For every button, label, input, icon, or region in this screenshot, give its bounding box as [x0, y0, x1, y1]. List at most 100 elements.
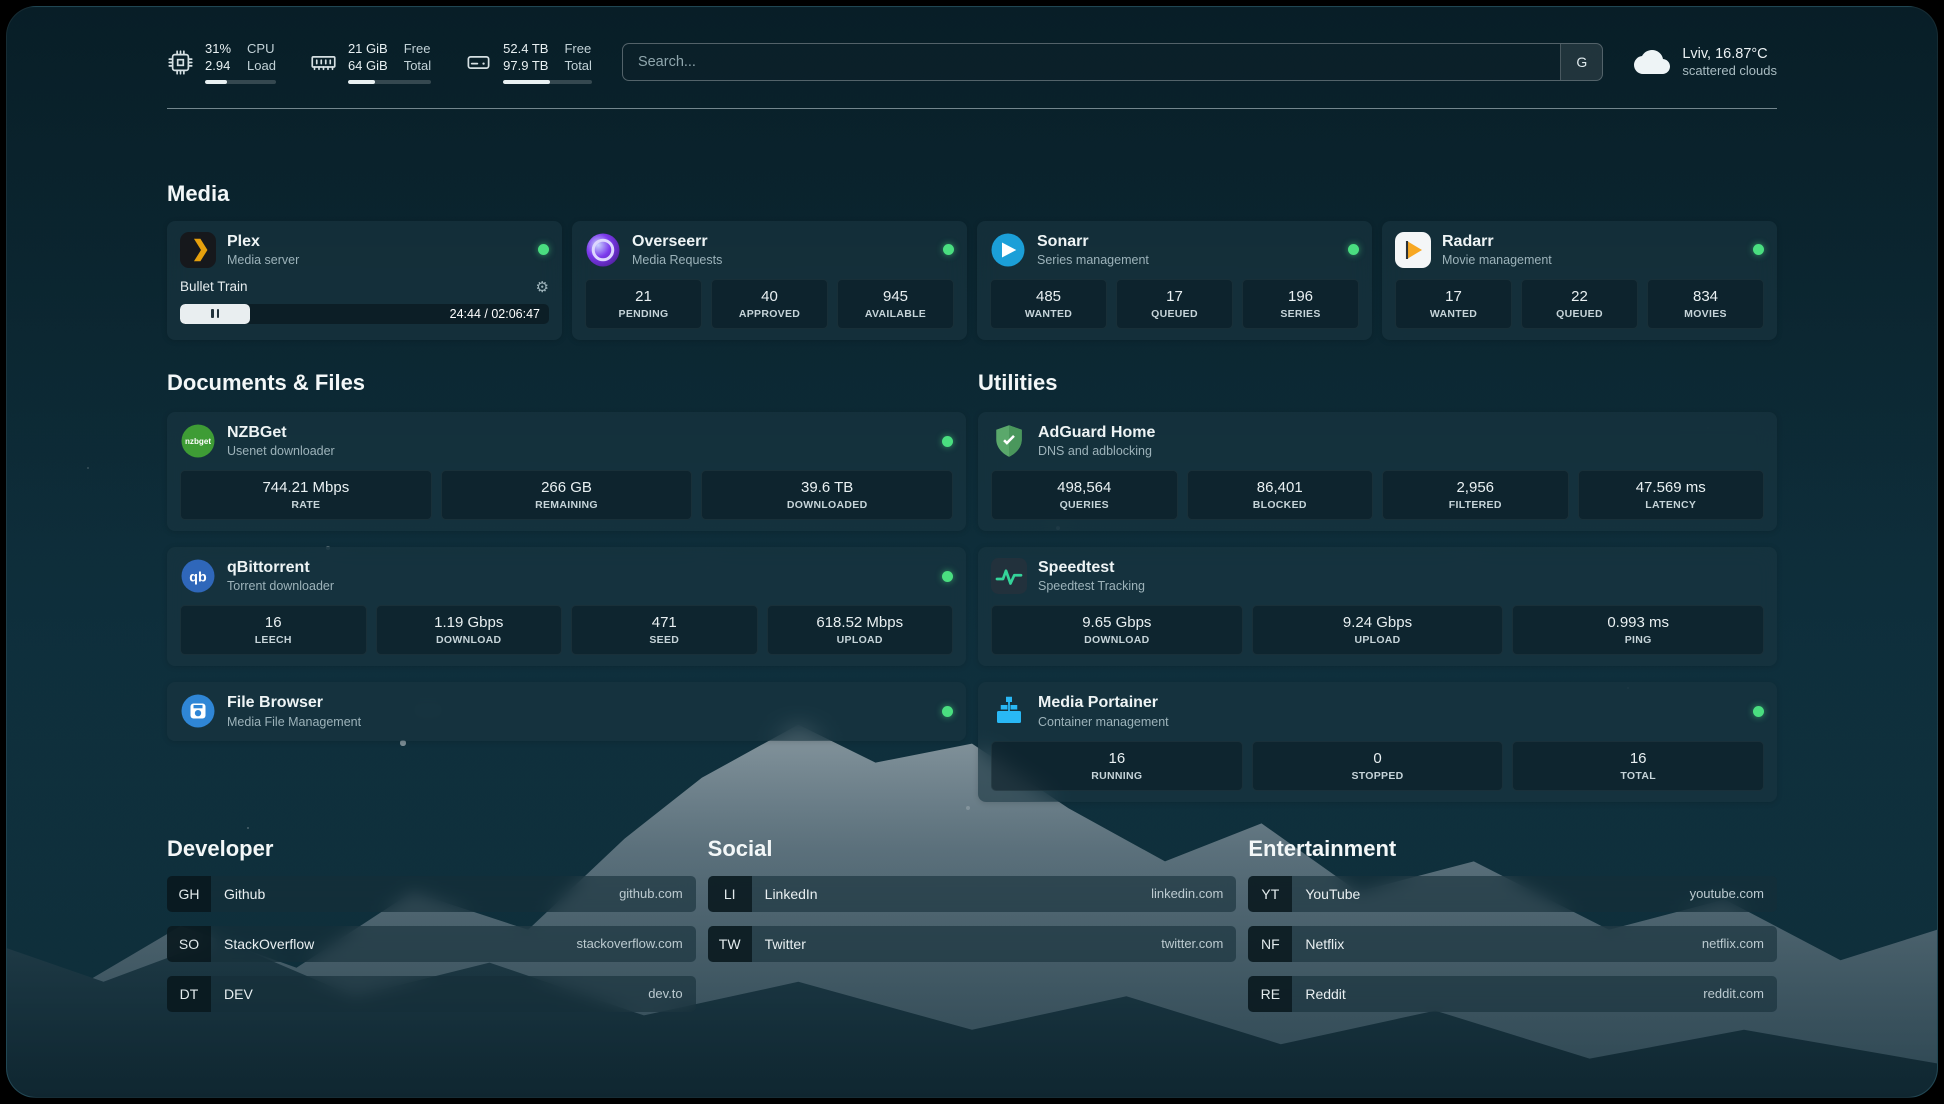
service-card-portainer[interactable]: Media Portainer Container management 16 … — [978, 682, 1777, 801]
portainer-status-dot — [1753, 706, 1764, 717]
radarr-subtitle: Movie management — [1442, 253, 1552, 268]
memory-free: 21 GiB — [348, 41, 388, 58]
adguard-name: AdGuard Home — [1038, 423, 1155, 442]
stat-value: 498,564 — [996, 479, 1173, 496]
bookmark-youtube[interactable]: YT YouTube youtube.com — [1248, 876, 1777, 912]
service-card-radarr[interactable]: Radarr Movie management 17 WANTED 22 QUE… — [1382, 221, 1777, 340]
sonarr-status-dot — [1348, 244, 1359, 255]
gear-icon[interactable]: ⚙ — [536, 278, 549, 296]
filebrowser-titles: File Browser Media File Management — [227, 693, 361, 729]
search-provider-button[interactable]: G — [1560, 44, 1602, 80]
memory-total: 64 GiB — [348, 58, 388, 75]
bookmark-url: github.com — [619, 876, 683, 912]
bookmark-name: YouTube — [1305, 876, 1360, 912]
bookmark-abbr: SO — [167, 926, 211, 962]
cloud-icon — [1633, 47, 1671, 77]
bookmark-name: LinkedIn — [765, 876, 818, 912]
stat-value: 17 — [1121, 288, 1228, 305]
service-card-qbittorrent[interactable]: qb qBittorrent Torrent downloader 16 LEE… — [167, 547, 966, 666]
stat-label: BLOCKED — [1192, 499, 1369, 511]
stat-label: UPLOAD — [1257, 634, 1499, 646]
memory-progress-fill — [348, 80, 375, 84]
stat-label: QUEUED — [1526, 308, 1633, 320]
cpu-icon — [167, 49, 194, 76]
stat-label: TOTAL — [1517, 770, 1759, 782]
plex-header: Plex Media server — [180, 232, 549, 268]
stat-value: 47.569 ms — [1583, 479, 1760, 496]
service-card-adguard[interactable]: AdGuard Home DNS and adblocking 498,564 … — [978, 412, 1777, 531]
weather-widget: Lviv, 16.87°C scattered clouds — [1633, 45, 1777, 81]
bookmark-stackoverflow[interactable]: SO StackOverflow stackoverflow.com — [167, 926, 696, 962]
qbittorrent-status-dot — [942, 571, 953, 582]
stat-value: 471 — [576, 614, 753, 631]
service-card-nzbget[interactable]: nzbget NZBGet Usenet downloader 744.21 M… — [167, 412, 966, 531]
service-card-overseerr[interactable]: Overseerr Media Requests 21 PENDING 40 A… — [572, 221, 967, 340]
stat-upload: 9.24 Gbps UPLOAD — [1252, 605, 1504, 655]
stat-leech: 16 LEECH — [180, 605, 367, 655]
overseerr-icon — [585, 232, 621, 268]
service-card-speedtest[interactable]: Speedtest Speedtest Tracking 9.65 Gbps D… — [978, 547, 1777, 666]
stat-ping: 0.993 ms PING — [1512, 605, 1764, 655]
stat-label: UPLOAD — [772, 634, 949, 646]
pause-icon — [211, 309, 214, 318]
nzbget-subtitle: Usenet downloader — [227, 444, 335, 459]
cpu-widget: 31% 2.94 CPU Load — [167, 41, 276, 84]
bookmark-url: dev.to — [648, 976, 682, 1012]
bookmark-url: twitter.com — [1161, 926, 1223, 962]
bookmark-abbr: YT — [1248, 876, 1292, 912]
cpu-load-label: Load — [247, 58, 276, 75]
section-social: Social LI LinkedIn linkedin.com TW Twitt… — [708, 836, 1237, 1012]
stat-value: 0.993 ms — [1517, 614, 1759, 631]
memory-readout: 21 GiB 64 GiB Free Total — [348, 41, 431, 84]
bookmark-url: stackoverflow.com — [576, 926, 682, 962]
dashboard-screen: 31% 2.94 CPU Load — [6, 6, 1938, 1098]
radarr-header: Radarr Movie management — [1395, 232, 1764, 268]
stat-value: 39.6 TB — [706, 479, 948, 496]
sonarr-titles: Sonarr Series management — [1037, 232, 1149, 268]
stat-value: 22 — [1526, 288, 1633, 305]
stat-running: 16 RUNNING — [991, 741, 1243, 791]
stat-value: 618.52 Mbps — [772, 614, 949, 631]
section-developer: Developer GH Github github.com SO StackO… — [167, 836, 696, 1012]
speedtest-titles: Speedtest Speedtest Tracking — [1038, 558, 1145, 594]
service-card-filebrowser[interactable]: File Browser Media File Management — [167, 682, 966, 740]
bookmark-linkedin[interactable]: LI LinkedIn linkedin.com — [708, 876, 1237, 912]
radarr-name: Radarr — [1442, 232, 1552, 251]
stat-value: 17 — [1400, 288, 1507, 305]
search-input[interactable] — [623, 44, 1560, 80]
bookmark-abbr: GH — [167, 876, 211, 912]
stat-label: FILTERED — [1387, 499, 1564, 511]
bookmark-dev[interactable]: DT DEV dev.to — [167, 976, 696, 1012]
memory-total-label: Total — [404, 58, 431, 75]
bookmark-github[interactable]: GH Github github.com — [167, 876, 696, 912]
bookmark-netflix[interactable]: NF Netflix netflix.com — [1248, 926, 1777, 962]
stat-download: 1.19 Gbps DOWNLOAD — [376, 605, 563, 655]
bookmark-reddit[interactable]: RE Reddit reddit.com — [1248, 976, 1777, 1012]
stat-value: 485 — [995, 288, 1102, 305]
weather-location-temp: Lviv, 16.87°C — [1682, 45, 1777, 64]
bookmark-name: Netflix — [1305, 926, 1344, 962]
stat-value: 16 — [996, 750, 1238, 767]
adguard-stats: 498,564 QUERIES 86,401 BLOCKED 2,956 FIL… — [991, 470, 1764, 520]
stat-value: 0 — [1257, 750, 1499, 767]
bookmark-url: netflix.com — [1702, 926, 1764, 962]
bookmark-abbr: NF — [1248, 926, 1292, 962]
service-card-plex[interactable]: Plex Media server Bullet Train ⚙ — [167, 221, 562, 340]
service-card-sonarr[interactable]: Sonarr Series management 485 WANTED 17 Q… — [977, 221, 1372, 340]
header-divider — [167, 108, 1777, 109]
cpu-progress-track — [205, 80, 276, 84]
speedtest-subtitle: Speedtest Tracking — [1038, 579, 1145, 594]
disk-free: 52.4 TB — [503, 41, 548, 58]
bookmark-url: youtube.com — [1690, 876, 1764, 912]
stat-label: LATENCY — [1583, 499, 1760, 511]
radarr-stats: 17 WANTED 22 QUEUED 834 MOVIES — [1395, 279, 1764, 329]
qbittorrent-titles: qBittorrent Torrent downloader — [227, 558, 334, 594]
nzbget-name: NZBGet — [227, 423, 335, 442]
stat-label: RUNNING — [996, 770, 1238, 782]
stat-label: RATE — [185, 499, 427, 511]
plex-titles: Plex Media server — [227, 232, 299, 268]
overseerr-name: Overseerr — [632, 232, 722, 251]
bookmark-name: Twitter — [765, 926, 806, 962]
bookmark-twitter[interactable]: TW Twitter twitter.com — [708, 926, 1237, 962]
speedtest-header: Speedtest Speedtest Tracking — [991, 558, 1764, 594]
